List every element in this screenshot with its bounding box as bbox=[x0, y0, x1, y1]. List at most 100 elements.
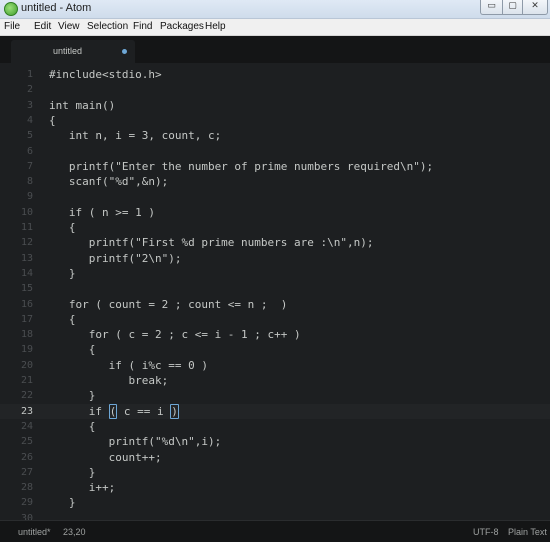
status-grammar[interactable]: Plain Text bbox=[508, 527, 547, 537]
line-number[interactable]: 5 bbox=[0, 128, 33, 143]
menu-edit[interactable]: Edit bbox=[34, 21, 51, 32]
code-line[interactable]: 13 printf("2\n"); bbox=[0, 251, 550, 266]
line-number[interactable]: 1 bbox=[0, 67, 33, 82]
code-text[interactable]: if ( i%c == 0 ) bbox=[49, 358, 208, 373]
code-text[interactable]: } bbox=[49, 495, 76, 510]
line-number[interactable]: 23 bbox=[0, 404, 33, 419]
code-line[interactable]: 9 bbox=[0, 189, 550, 204]
modified-indicator-icon[interactable] bbox=[122, 49, 127, 54]
menu-find[interactable]: Find bbox=[133, 21, 152, 32]
line-number[interactable]: 9 bbox=[0, 189, 33, 204]
line-number[interactable]: 20 bbox=[0, 358, 33, 373]
code-line[interactable]: 15 bbox=[0, 281, 550, 296]
menu-help[interactable]: Help bbox=[205, 21, 226, 32]
line-number[interactable]: 21 bbox=[0, 373, 33, 388]
code-text[interactable]: printf("%d\n",i); bbox=[49, 434, 222, 449]
line-number[interactable]: 11 bbox=[0, 220, 33, 235]
code-text[interactable]: { bbox=[49, 113, 56, 128]
code-line[interactable]: 1 #include<stdio.h> bbox=[0, 67, 550, 82]
line-number[interactable]: 19 bbox=[0, 342, 33, 357]
menu-file[interactable]: File bbox=[4, 21, 20, 32]
code-line[interactable]: 10 if ( n >= 1 ) bbox=[0, 205, 550, 220]
code-text[interactable]: i++; bbox=[49, 480, 116, 495]
menu-view[interactable]: View bbox=[58, 21, 80, 32]
code-text[interactable]: #include<stdio.h> bbox=[49, 67, 162, 82]
code-line[interactable]: 20 if ( i%c == 0 ) bbox=[0, 358, 550, 373]
line-number[interactable]: 6 bbox=[0, 144, 33, 159]
status-encoding[interactable]: UTF-8 bbox=[473, 527, 499, 537]
code-text[interactable]: scanf("%d",&n); bbox=[49, 174, 168, 189]
line-number[interactable]: 12 bbox=[0, 235, 33, 250]
code-line[interactable]: 12 printf("First %d prime numbers are :\… bbox=[0, 235, 550, 250]
code-line[interactable]: 3 int main() bbox=[0, 98, 550, 113]
code-line[interactable]: 26 count++; bbox=[0, 450, 550, 465]
line-number[interactable]: 4 bbox=[0, 113, 33, 128]
code-text[interactable]: int n, i = 3, count, c; bbox=[49, 128, 221, 143]
code-line[interactable]: 18 for ( c = 2 ; c <= i - 1 ; c++ ) bbox=[0, 327, 550, 342]
line-number[interactable]: 29 bbox=[0, 495, 33, 510]
status-file-name[interactable]: untitled* bbox=[18, 527, 51, 537]
code-line[interactable]: 8 scanf("%d",&n); bbox=[0, 174, 550, 189]
line-number[interactable]: 24 bbox=[0, 419, 33, 434]
code-text[interactable]: if ( n >= 1 ) bbox=[49, 205, 155, 220]
line-number[interactable]: 15 bbox=[0, 281, 33, 296]
line-number[interactable]: 28 bbox=[0, 480, 33, 495]
tab-untitled[interactable]: untitled bbox=[11, 40, 135, 63]
code-text[interactable]: break; bbox=[49, 373, 168, 388]
code-line[interactable]: 16 for ( count = 2 ; count <= n ; ) bbox=[0, 297, 550, 312]
code-line[interactable]: 28 i++; bbox=[0, 480, 550, 495]
line-number[interactable]: 2 bbox=[0, 82, 33, 97]
code-editor[interactable]: 1 #include<stdio.h> 2 3 int main() 4{5 int n,… bbox=[0, 63, 550, 520]
line-number[interactable]: 7 bbox=[0, 159, 33, 174]
line-number[interactable]: 8 bbox=[0, 174, 33, 189]
code-text[interactable]: int main() bbox=[49, 98, 115, 113]
line-number[interactable]: 18 bbox=[0, 327, 33, 342]
code-line[interactable]: 19 { bbox=[0, 342, 550, 357]
line-number[interactable]: 13 bbox=[0, 251, 33, 266]
line-number[interactable]: 25 bbox=[0, 434, 33, 449]
code-line[interactable]: 30 bbox=[0, 511, 550, 520]
code-text[interactable]: { bbox=[49, 312, 76, 327]
line-number[interactable]: 16 bbox=[0, 297, 33, 312]
code-line[interactable]: 6 bbox=[0, 144, 550, 159]
line-number[interactable]: 30 bbox=[0, 511, 33, 520]
code-line[interactable]: 25 printf("%d\n",i); bbox=[0, 434, 550, 449]
code-line[interactable]: 2 bbox=[0, 82, 550, 97]
minimize-button[interactable]: ▭ bbox=[480, 0, 503, 15]
code-text[interactable]: printf("Enter the number of prime number… bbox=[49, 159, 433, 174]
code-line[interactable]: 4{ bbox=[0, 113, 550, 128]
code-text[interactable]: if ( c == i ) bbox=[49, 403, 179, 419]
code-line[interactable]: 22 } bbox=[0, 388, 550, 403]
code-line[interactable]: 21 break; bbox=[0, 373, 550, 388]
line-number[interactable]: 14 bbox=[0, 266, 33, 281]
code-text[interactable]: { bbox=[49, 220, 76, 235]
code-text[interactable]: printf("2\n"); bbox=[49, 251, 182, 266]
code-line[interactable]: 24 { bbox=[0, 419, 550, 434]
code-line[interactable]: 5 int n, i = 3, count, c; bbox=[0, 128, 550, 143]
code-text[interactable]: } bbox=[49, 465, 96, 480]
line-number[interactable]: 26 bbox=[0, 450, 33, 465]
code-text[interactable]: { bbox=[49, 342, 96, 357]
menu-packages[interactable]: Packages bbox=[160, 21, 204, 32]
code-line[interactable]: 29 } bbox=[0, 495, 550, 510]
code-text[interactable]: printf("First %d prime numbers are :\n",… bbox=[49, 235, 374, 250]
code-text[interactable]: for ( c = 2 ; c <= i - 1 ; c++ ) bbox=[49, 327, 301, 342]
maximize-button[interactable]: ▢ bbox=[502, 0, 523, 15]
status-cursor-position[interactable]: 23,20 bbox=[63, 527, 86, 537]
code-text[interactable]: } bbox=[49, 388, 96, 403]
menu-selection[interactable]: Selection bbox=[87, 21, 128, 32]
code-line[interactable]: 14 } bbox=[0, 266, 550, 281]
line-number[interactable]: 27 bbox=[0, 465, 33, 480]
line-number[interactable]: 10 bbox=[0, 205, 33, 220]
code-text[interactable]: for ( count = 2 ; count <= n ; ) bbox=[49, 297, 288, 312]
code-line[interactable]: 17 { bbox=[0, 312, 550, 327]
code-text[interactable]: } bbox=[49, 266, 76, 281]
line-number[interactable]: 22 bbox=[0, 388, 33, 403]
line-number[interactable]: 17 bbox=[0, 312, 33, 327]
close-button[interactable]: ✕ bbox=[522, 0, 548, 15]
code-line[interactable]: 11 { bbox=[0, 220, 550, 235]
code-line[interactable]: 7 printf("Enter the number of prime numb… bbox=[0, 159, 550, 174]
code-line[interactable]: 23 if ( c == i ) bbox=[0, 403, 550, 419]
code-text[interactable]: count++; bbox=[49, 450, 162, 465]
code-line[interactable]: 27 } bbox=[0, 465, 550, 480]
